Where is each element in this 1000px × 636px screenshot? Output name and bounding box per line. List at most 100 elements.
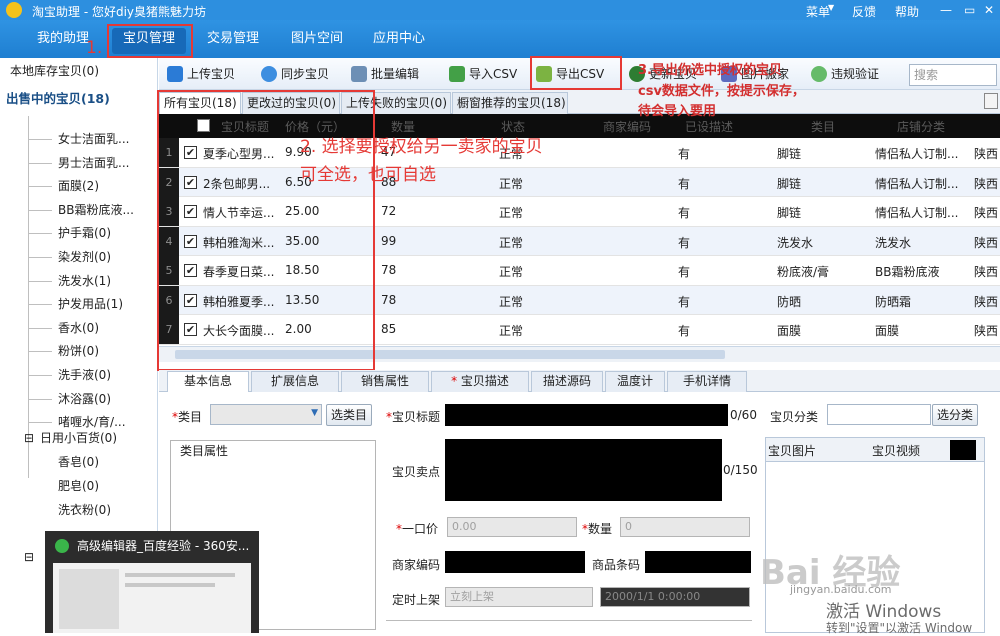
- close-icon[interactable]: ✕: [984, 3, 994, 17]
- step3-highlight: [530, 56, 622, 90]
- schedule-select[interactable]: 立刻上架: [445, 587, 593, 607]
- import-csv-button[interactable]: 导入CSV: [447, 64, 517, 86]
- choose-shop-category-button[interactable]: 选分类: [932, 404, 978, 426]
- selling-point-input[interactable]: [445, 439, 722, 501]
- tab-basic-info[interactable]: 基本信息: [167, 371, 249, 392]
- tab-item-video[interactable]: 宝贝视频: [872, 442, 920, 459]
- detail-tabs: 基本信息 扩展信息 销售属性 * 宝贝描述 描述源码 温度计 手机详情: [159, 370, 1000, 392]
- cell-category: 粉底液/膏: [777, 265, 830, 279]
- tab-item-desc[interactable]: * 宝贝描述: [431, 371, 529, 392]
- batch-edit-icon: [351, 66, 367, 82]
- tree-item[interactable]: 护手霜(0): [58, 222, 111, 244]
- tree-collapse-icon[interactable]: ⊟: [24, 546, 34, 568]
- title-input[interactable]: [445, 404, 728, 426]
- help-button[interactable]: 帮助: [895, 3, 919, 20]
- cell-desc: 有: [678, 235, 691, 250]
- tree-item[interactable]: BB霜粉底液...: [58, 199, 134, 221]
- search-input[interactable]: 搜索: [909, 64, 997, 86]
- selling-point-label: 宝贝卖点: [392, 465, 441, 479]
- windows-activate-hint: 转到"设置"以激活 Window: [826, 621, 973, 635]
- baidu-url-watermark: jingyan.baidu.com: [790, 583, 892, 596]
- minimize-icon[interactable]: —: [940, 3, 952, 17]
- taskbar-preview[interactable]: 高级编辑器_百度经验 - 360安...: [45, 531, 259, 633]
- menu-button[interactable]: 菜单: [806, 3, 830, 20]
- shop-category-input[interactable]: [827, 404, 931, 425]
- upload-item-button[interactable]: 上传宝贝: [165, 64, 235, 86]
- cell-qty: 78: [381, 263, 397, 277]
- tree-item[interactable]: 女士洁面乳...: [58, 128, 129, 150]
- cell-qty: 72: [381, 204, 397, 218]
- merchant-code-input[interactable]: [445, 551, 585, 573]
- cell-shop-category: BB霜粉底液: [875, 265, 940, 279]
- tree-branch-line: [28, 209, 52, 211]
- tab-app-center[interactable]: 应用中心: [362, 28, 436, 54]
- tab-extended-info[interactable]: 扩展信息: [251, 371, 339, 392]
- cell-status: 正常: [499, 265, 524, 279]
- title-label: *宝贝标题: [386, 410, 441, 424]
- cell-shop-category: 情侣私人订制...: [875, 176, 959, 191]
- barcode-input[interactable]: [645, 551, 751, 573]
- tab-image-space[interactable]: 图片空间: [280, 28, 354, 54]
- tree-branch-line: [28, 257, 52, 258]
- title-bar: 淘宝助理 - 您好diy臭猪熊魅力坊 菜单 ▼ 反馈 帮助 — ▭ ✕: [0, 0, 1000, 20]
- tab-recommended-items[interactable]: 橱窗推荐的宝贝(18): [452, 92, 568, 114]
- form-divider: [386, 620, 752, 621]
- col-shop-category[interactable]: 店铺分类: [897, 118, 945, 135]
- menu-caret-icon[interactable]: ▼: [828, 3, 834, 12]
- col-category[interactable]: 类目: [811, 118, 835, 135]
- qty-input[interactable]: 0: [620, 517, 750, 537]
- batch-edit-button[interactable]: 批量编辑: [349, 64, 419, 86]
- import-icon: [449, 66, 465, 82]
- tab-trade-management[interactable]: 交易管理: [196, 28, 270, 54]
- price-input[interactable]: 0.00: [447, 517, 577, 537]
- thumb-line: [125, 573, 235, 577]
- tree-branch-line: [28, 162, 52, 164]
- feedback-button[interactable]: 反馈: [852, 3, 876, 20]
- tree-item[interactable]: 香水(0): [58, 317, 99, 339]
- media-tab-scroll[interactable]: [950, 440, 976, 460]
- tree-item[interactable]: 洗手液(0): [58, 364, 111, 386]
- cell-qty: 99: [381, 233, 397, 248]
- tree-item[interactable]: 面膜(2): [58, 175, 99, 197]
- cell-location: 陕西: [974, 294, 999, 309]
- check-icon: [811, 66, 827, 82]
- cell-category: 脚链: [777, 176, 802, 191]
- step1-highlight: [107, 24, 193, 58]
- tab-desc-source[interactable]: 描述源码: [531, 371, 603, 392]
- tree-branch-line: [28, 327, 52, 329]
- choose-category-button[interactable]: 选类目: [326, 404, 372, 426]
- category-select[interactable]: ▼: [210, 404, 322, 425]
- tree-item[interactable]: 粉饼(0): [58, 340, 99, 362]
- tree-branch-line: [28, 304, 52, 306]
- tree-group-daily[interactable]: 日用小百货(0): [40, 427, 117, 449]
- grid-settings-icon[interactable]: [984, 93, 998, 109]
- tree-item[interactable]: 沐浴露(0): [58, 388, 111, 410]
- tab-sales-attrs[interactable]: 销售属性: [341, 371, 429, 392]
- maximize-icon[interactable]: ▭: [964, 3, 975, 17]
- tree-on-sale[interactable]: 出售中的宝贝(18): [6, 88, 110, 110]
- tab-mobile-detail[interactable]: 手机详情: [667, 371, 747, 392]
- cell-category: 洗发水: [777, 235, 814, 250]
- tree-item[interactable]: 护发用品(1): [58, 293, 123, 315]
- schedule-datetime-input[interactable]: 2000/1/1 0:00:00: [600, 587, 750, 607]
- tree-item[interactable]: 洗衣粉(0): [58, 499, 111, 521]
- tab-thermometer[interactable]: 温度计: [605, 371, 665, 392]
- tree-branch-line: [28, 375, 52, 376]
- tree-branch-line: [28, 422, 52, 424]
- tree-item[interactable]: 洗发水(1): [58, 270, 111, 292]
- cell-desc: 有: [678, 324, 691, 338]
- tree-collapse-icon[interactable]: ⊟: [24, 427, 34, 449]
- tree-branch-line: [28, 398, 52, 400]
- tree-item[interactable]: 肥皂(0): [58, 475, 99, 497]
- step2-annotation: 2. 选择要授权给另一卖家的宝贝: [300, 137, 543, 157]
- thumb-block: [59, 569, 119, 629]
- tree-item[interactable]: 男士洁面乳...: [58, 152, 129, 174]
- violation-check-button[interactable]: 违规验证: [809, 64, 879, 86]
- cell-category: 面膜: [777, 324, 802, 338]
- tree-item[interactable]: 香皂(0): [58, 451, 99, 473]
- tree-local-stock[interactable]: 本地库存宝贝(0): [10, 60, 99, 82]
- tree-item[interactable]: 染发剂(0): [58, 246, 111, 268]
- sync-item-button[interactable]: 同步宝贝: [259, 64, 329, 86]
- tab-item-images[interactable]: 宝贝图片: [768, 442, 816, 459]
- cell-shop-category: 防晒霜: [875, 294, 912, 309]
